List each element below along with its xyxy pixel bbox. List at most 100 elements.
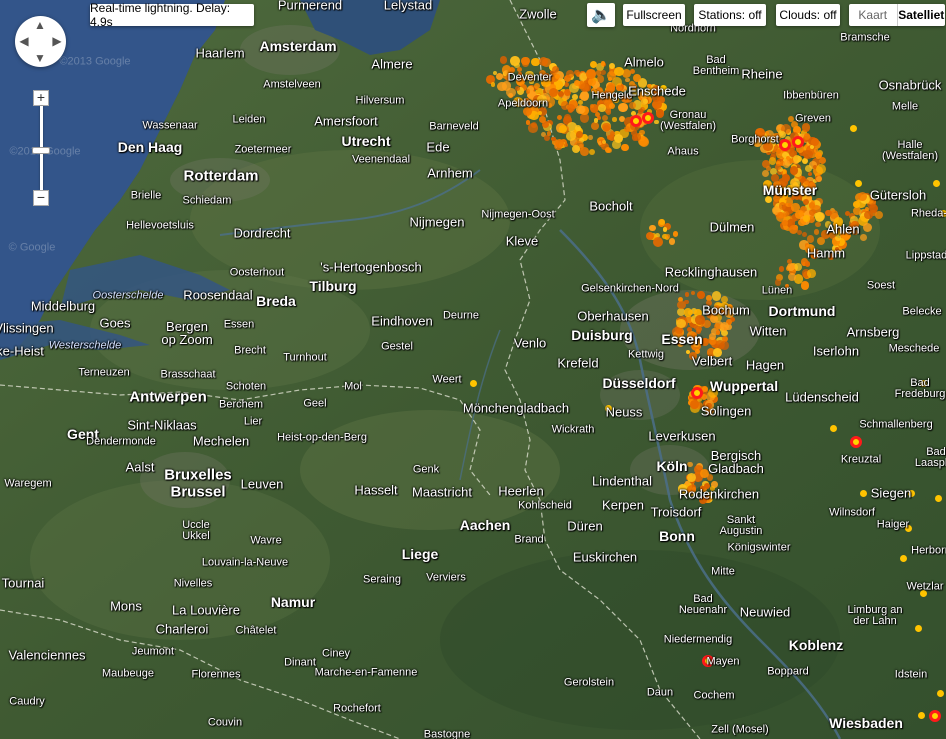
place-label-dendermonde: Dendermonde [86, 435, 156, 448]
place-label-uccle: Uccle Ukkel [182, 519, 210, 542]
pan-left-icon[interactable]: ◀ [18, 35, 30, 47]
google-watermark: © Google [8, 241, 56, 254]
place-label-kreuztal: Kreuztal [840, 453, 882, 466]
place-label-rheda: Rheda- [910, 207, 946, 220]
place-label-bramsche: Bramsche [840, 31, 890, 44]
zoom-slider-handle[interactable] [32, 147, 50, 154]
place-label-oosterhout: Oosterhout [229, 266, 285, 279]
clouds-toggle-button[interactable]: Clouds: off [776, 4, 840, 26]
place-label-marche: Marche-en-Famenne [314, 666, 418, 679]
place-label-nijmegen-oost: Nijmegen-Oost [481, 208, 555, 221]
place-label-amsterdam: Amsterdam [259, 38, 337, 54]
place-label-wetzlar: Wetzlar [906, 580, 944, 593]
place-label-nijmegen: Nijmegen [409, 214, 465, 230]
place-label-bad-laasphe: Bad Laasphe [914, 446, 946, 469]
place-label-kleve: Kleve [505, 233, 539, 249]
place-label-leuven: Leuven [240, 476, 284, 492]
zoom-out-button[interactable]: − [33, 190, 49, 206]
place-label-niedermendig: Niedermendig [663, 633, 733, 646]
place-label-siegen: Siegen [870, 485, 912, 501]
fullscreen-button[interactable]: Fullscreen [623, 4, 685, 26]
place-label-terneuzen: Terneuzen [78, 366, 130, 379]
place-label-chatelet: Châtelet [235, 624, 277, 637]
place-label-duren: Düren [567, 518, 603, 534]
place-label-wickrath: Wickrath [551, 423, 595, 436]
place-label-geel: Geel [303, 397, 327, 410]
place-label-maubeuge: Maubeuge [102, 667, 154, 680]
place-label-almelo: Almelo [624, 54, 664, 70]
place-label-antwerpen: Antwerpen [129, 388, 207, 406]
place-label-dusseldorf: Düsseldorf [602, 375, 676, 391]
place-label-la-louviere: La Louvière [172, 602, 240, 618]
place-label-soest: Soest [866, 279, 896, 292]
map-type-switcher[interactable]: Kaart Satelliet [849, 4, 945, 26]
sound-toggle-button[interactable]: 🔈 [587, 3, 615, 27]
place-label-bonn: Bonn [659, 528, 695, 544]
place-label-haarlem: Haarlem [195, 45, 245, 61]
place-label-apeldoorn: Apeldoorn [497, 97, 549, 110]
place-label-dinant: Dinant [284, 656, 316, 669]
pan-right-icon[interactable]: ▶ [51, 35, 63, 47]
place-label-gestel: Gestel [381, 340, 413, 353]
place-label-kerpen: Kerpen [602, 497, 644, 513]
map-type-kaart-button[interactable]: Kaart [849, 4, 898, 26]
place-label-bergisch-gladbach: Bergisch Gladbach [708, 448, 764, 476]
place-label-liege: Liege [401, 546, 439, 562]
place-label-breda: Breda [256, 293, 296, 309]
place-label-goes: Goes [99, 315, 131, 331]
place-label-belecke: Belecke [902, 305, 942, 318]
place-label-venlo: Venlo [513, 335, 547, 351]
place-label-hengelo: Hengelo [591, 89, 633, 102]
place-label-brielle: Brielle [130, 189, 162, 202]
place-label-jeumont: Jeumont [131, 645, 175, 658]
place-label-sint-niklaas: Sint-Niklaas [127, 417, 197, 433]
place-label-solingen: Solingen [700, 403, 752, 419]
place-label-leverkusen: Leverkusen [648, 428, 716, 444]
place-label-limburg: Limburg an der Lahn [847, 604, 903, 627]
pan-up-icon[interactable]: ▲ [34, 19, 46, 31]
place-label-ahlen: Ahlen [826, 221, 860, 237]
place-label-kohlscheid: Kohlscheid [518, 499, 572, 512]
place-label-heist: Heist-op-den-Berg [277, 431, 367, 444]
place-label-tournai: Tournai [1, 575, 45, 591]
place-label-charleroi: Charleroi [155, 621, 209, 637]
place-label-valenciennes: Valenciennes [8, 647, 86, 663]
place-label-recklinghausen: Recklinghausen [664, 264, 758, 280]
place-label-dortmund: Dortmund [768, 303, 836, 319]
place-label-barneveld: Barneveld [429, 120, 479, 133]
zoom-in-button[interactable]: + [33, 90, 49, 106]
place-label-osnabruck: Osnabrück [878, 77, 942, 93]
place-label-gelsenkirchen: Gelsenkirchen-Nord [581, 282, 679, 295]
place-label-berchem: Berchem [218, 398, 264, 411]
place-label-koln: Köln [656, 458, 688, 474]
pan-control[interactable]: ▲ ▼ ◀ ▶ [15, 16, 66, 67]
place-label-hilversum: Hilversum [355, 94, 405, 107]
place-label-brand: Brand [514, 533, 544, 546]
place-label-mitte: Mitte [711, 565, 735, 578]
place-label-lunen: Lünen [761, 284, 793, 297]
place-label-mol: Mol [344, 380, 362, 393]
place-label-aalst: Aalst [125, 459, 155, 475]
place-label-lippstadt: Lippstadt [905, 249, 946, 262]
place-label-halle: Halle (Westfalen) [881, 139, 939, 162]
map-type-satelliet-button[interactable]: Satelliet [897, 4, 945, 26]
place-label-konigswinter: Königswinter [727, 541, 791, 554]
place-label-oberhausen: Oberhausen [577, 308, 649, 324]
place-label-meschede: Meschede [888, 342, 940, 355]
place-label-bad-bentheim: Bad Bentheim [692, 54, 740, 77]
place-label-wavre: Wavre [250, 534, 282, 547]
place-label-duisburg: Duisburg [571, 327, 633, 343]
place-label-florennes: Florennes [191, 668, 241, 681]
satellite-imagery [0, 0, 946, 739]
pan-down-icon[interactable]: ▼ [34, 52, 46, 64]
place-label-ludenscheid: Lüdenscheid [785, 389, 859, 405]
place-label-velbert: Velbert [691, 353, 733, 369]
place-label-maastricht: Maastricht [412, 484, 472, 500]
place-label-bochum: Bochum [702, 302, 750, 318]
place-label-bruxelles: Bruxelles [164, 466, 232, 484]
place-label-brasschaat: Brasschaat [160, 368, 216, 381]
map-canvas[interactable]: Purmerend Lelystad Zwolle Nordhorn Bramsche H… [0, 0, 946, 739]
place-label-eindhoven: Eindhoven [371, 313, 433, 329]
stations-toggle-button[interactable]: Stations: off [694, 4, 766, 26]
place-label-gerolstein: Gerolstein [563, 676, 615, 689]
